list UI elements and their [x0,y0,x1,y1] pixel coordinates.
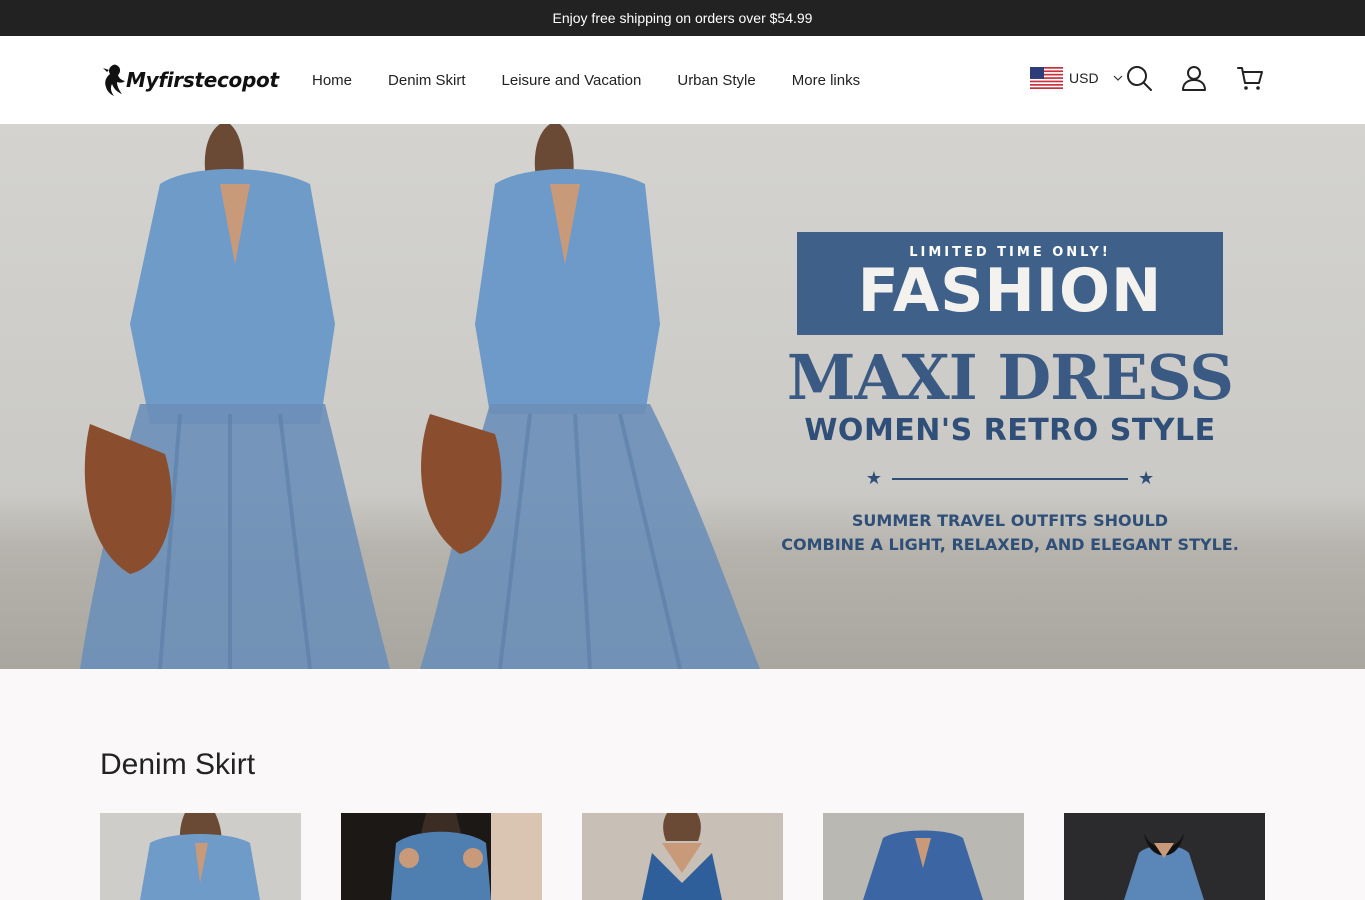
divider-line [892,477,1128,480]
announcement-text: Enjoy free shipping on orders over $54.9… [552,10,813,26]
brand-mark-icon [103,64,125,96]
nav-urban-style[interactable]: Urban Style [677,72,755,89]
product-image [341,813,542,900]
chevron-down-icon [1113,75,1122,81]
cart-button[interactable] [1235,63,1265,93]
main-nav: Home Denim Skirt Leisure and Vacation Ur… [312,36,860,124]
product-image [582,813,783,900]
nav-more-links[interactable]: More links [792,72,860,89]
promo-description-line-2: COMBINE A LIGHT, RELAXED, AND ELEGANT ST… [781,535,1239,554]
promo-divider: ★ ★ [760,468,1260,489]
product-card[interactable] [582,813,783,900]
site-header: Myfirstecopot Home Denim Skirt Leisure a… [0,36,1365,124]
currency-selector[interactable]: USD [1030,67,1123,89]
hero-banner[interactable]: LIMITED TIME ONLY! FASHION MAXI DRESS WO… [0,124,1365,669]
brand-name: Myfirstecopot [126,68,279,92]
nav-home[interactable]: Home [312,72,352,89]
product-image [100,813,301,900]
product-grid [100,813,1265,900]
promo-headline: MAXI DRESS [786,341,1234,414]
nav-denim-skirt[interactable]: Denim Skirt [388,72,466,89]
search-button[interactable] [1124,63,1154,93]
us-flag-icon [1030,67,1063,89]
account-button[interactable] [1179,63,1209,93]
account-icon [1182,66,1206,91]
star-icon: ★ [865,468,882,488]
currency-code: USD [1069,70,1099,86]
model-image-right [420,124,760,669]
promo-description: SUMMER TRAVEL OUTFITS SHOULD COMBINE A L… [760,509,1260,557]
search-icon [1127,66,1152,91]
product-card[interactable] [823,813,1024,900]
hero-promo: LIMITED TIME ONLY! FASHION MAXI DRESS WO… [760,232,1260,557]
product-card[interactable] [100,813,301,900]
brand-logo[interactable]: Myfirstecopot [100,60,279,100]
model-image-left [80,124,390,669]
product-image [1064,813,1265,900]
product-card[interactable] [1064,813,1265,900]
nav-leisure-and-vacation[interactable]: Leisure and Vacation [502,72,642,89]
product-image [823,813,1024,900]
star-icon: ★ [1138,468,1155,488]
promo-badge-text: FASHION [857,256,1163,326]
promo-subheadline: WOMEN'S RETRO STYLE [804,413,1216,448]
collection-title: Denim Skirt [100,748,256,781]
announcement-bar: Enjoy free shipping on orders over $54.9… [0,0,1365,36]
product-card[interactable] [341,813,542,900]
cart-icon [1237,67,1263,90]
promo-badge: LIMITED TIME ONLY! FASHION [797,232,1223,335]
promo-description-line-1: SUMMER TRAVEL OUTFITS SHOULD [851,511,1169,530]
